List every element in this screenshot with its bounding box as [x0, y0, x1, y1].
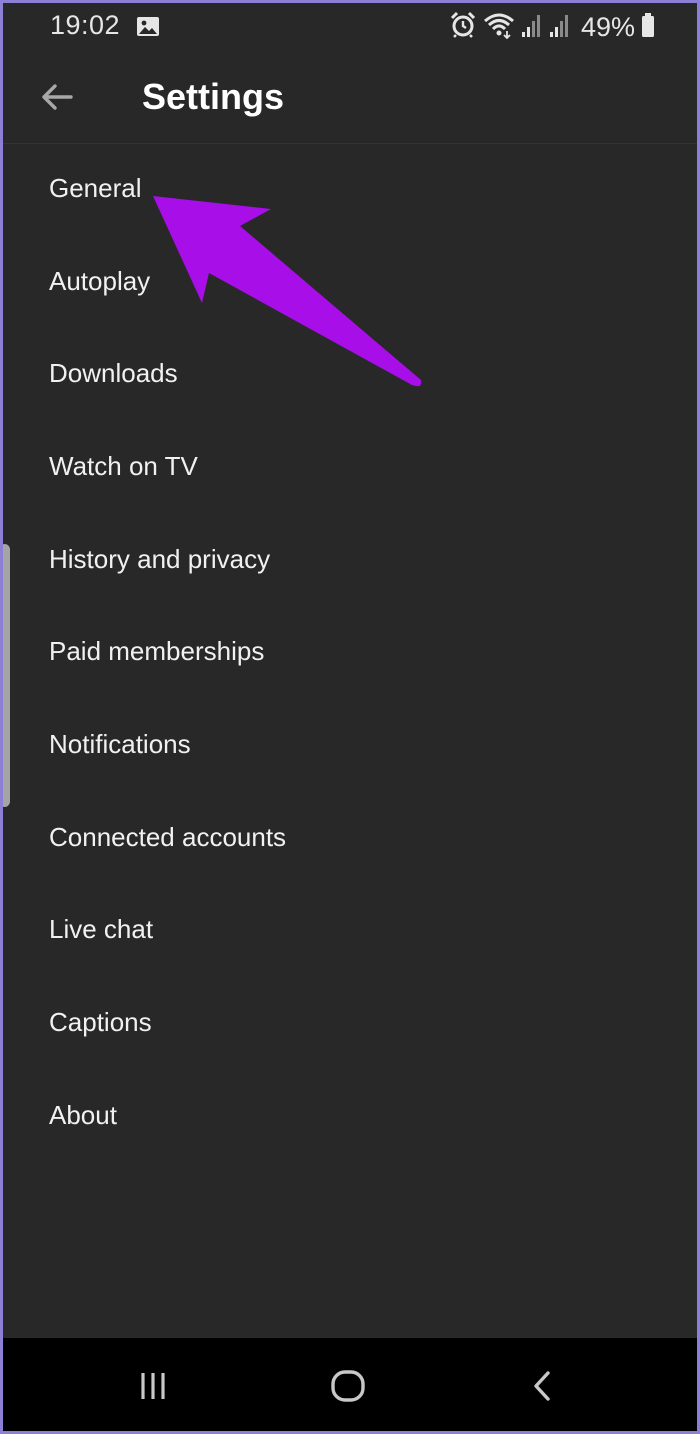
alarm-icon	[449, 11, 477, 44]
signal-icon	[521, 12, 543, 43]
settings-item-label: History and privacy	[49, 543, 271, 574]
settings-item-label: Autoplay	[49, 265, 151, 296]
battery-icon	[641, 12, 655, 43]
settings-item-label: General	[49, 172, 142, 203]
settings-item-about[interactable]: About	[3, 1071, 697, 1164]
gallery-icon	[136, 16, 160, 42]
back-arrow-icon	[42, 84, 73, 110]
status-time: 19:02	[50, 10, 121, 40]
edge-panel-handle[interactable]	[3, 544, 10, 807]
status-icons: 49%	[449, 10, 655, 44]
settings-list: General Autoplay Downloads Watch on TV H…	[3, 144, 697, 1164]
settings-item-label: Notifications	[49, 728, 191, 759]
back-button[interactable]	[35, 75, 79, 119]
settings-item-label: Watch on TV	[49, 450, 198, 481]
settings-item-live-chat[interactable]: Live chat	[3, 886, 697, 979]
nav-back-button[interactable]	[515, 1358, 571, 1414]
settings-item-captions[interactable]: Captions	[3, 978, 697, 1071]
page-title: Settings	[142, 76, 285, 117]
home-icon	[331, 1370, 365, 1402]
back-icon	[534, 1371, 550, 1401]
settings-item-label: Paid memberships	[49, 636, 265, 667]
wifi-icon	[483, 11, 515, 44]
recents-button[interactable]	[125, 1358, 181, 1414]
settings-item-general[interactable]: General	[3, 144, 697, 237]
settings-item-watch-on-tv[interactable]: Watch on TV	[3, 422, 697, 515]
settings-item-label: Connected accounts	[49, 821, 287, 852]
settings-item-label: Live chat	[49, 914, 154, 945]
status-bar: 19:02 49%	[3, 3, 697, 50]
recents-icon	[141, 1373, 165, 1399]
home-button[interactable]	[320, 1358, 376, 1414]
settings-item-autoplay[interactable]: Autoplay	[3, 237, 697, 330]
settings-item-downloads[interactable]: Downloads	[3, 329, 697, 422]
settings-item-label: Captions	[49, 1007, 152, 1038]
navigation-bar	[3, 1338, 697, 1431]
settings-item-label: Downloads	[49, 358, 178, 389]
signal-icon	[549, 12, 571, 43]
settings-item-notifications[interactable]: Notifications	[3, 700, 697, 793]
settings-item-label: About	[49, 1099, 117, 1130]
battery-percentage: 49%	[580, 11, 635, 42]
settings-item-paid-memberships[interactable]: Paid memberships	[3, 607, 697, 700]
settings-item-connected-accounts[interactable]: Connected accounts	[3, 793, 697, 886]
app-bar: Settings	[3, 50, 697, 144]
screen: 19:02 49% Settings General Autoplay Down…	[3, 3, 697, 1431]
settings-item-history-privacy[interactable]: History and privacy	[3, 515, 697, 608]
